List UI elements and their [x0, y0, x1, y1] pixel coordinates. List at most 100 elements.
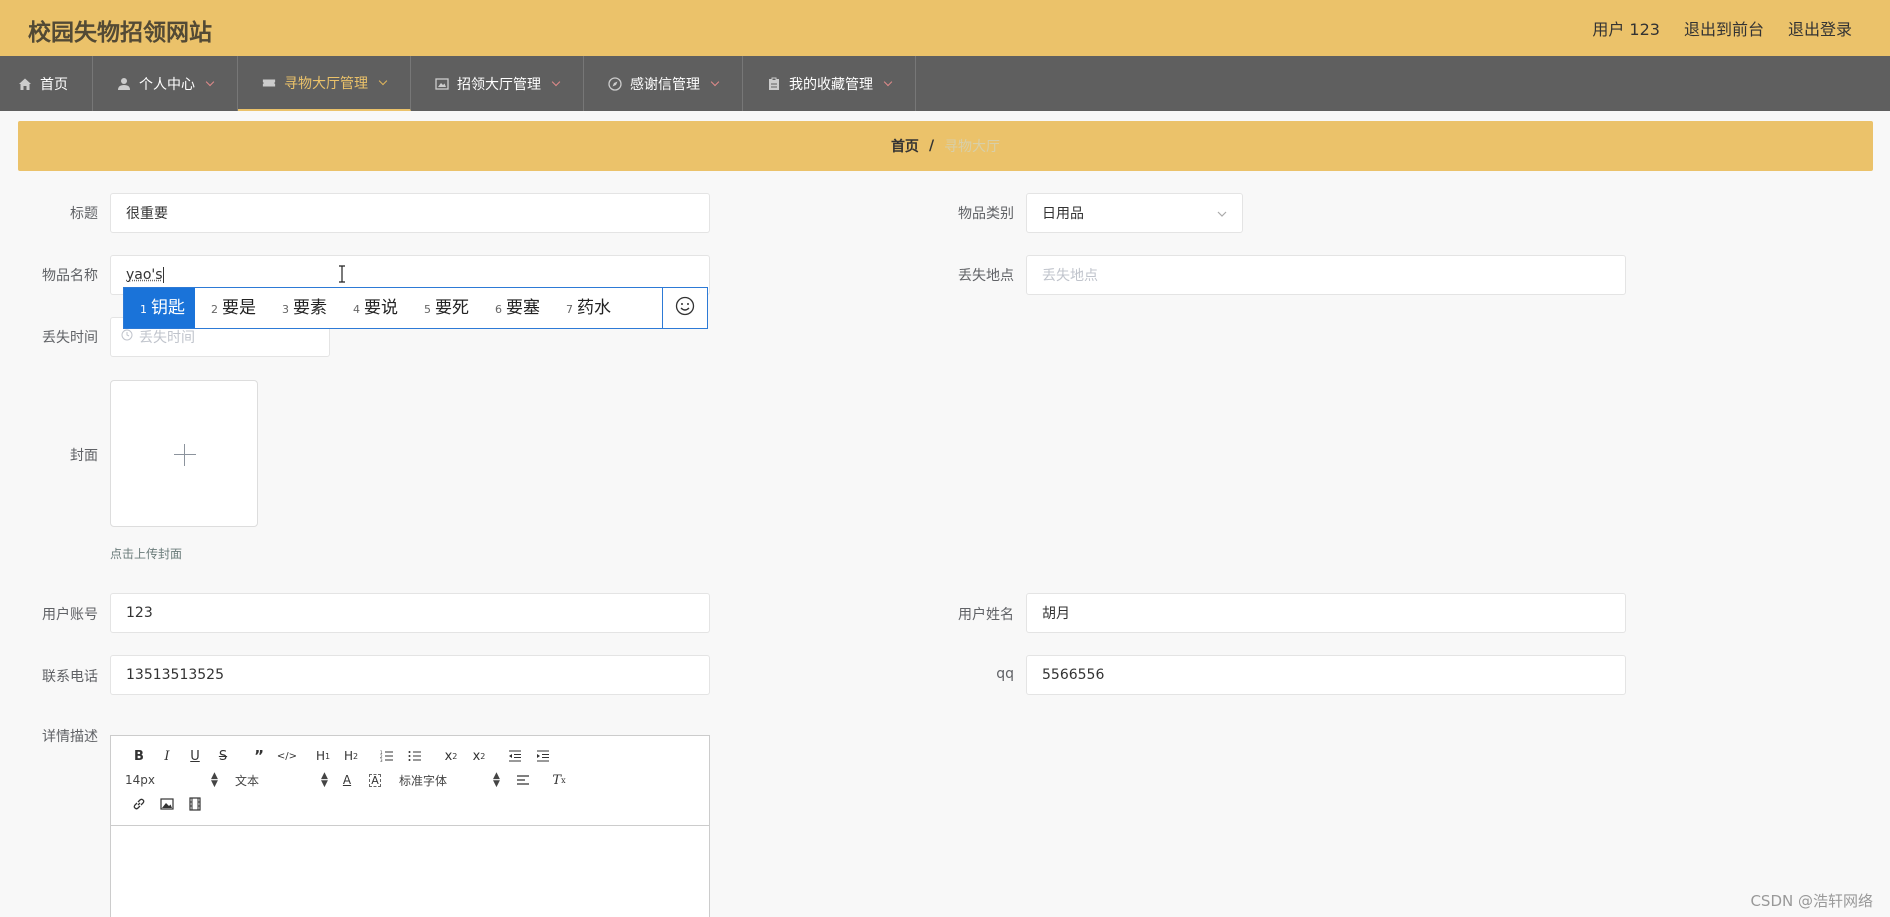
lost-place-label: 丢失地点	[958, 268, 1014, 284]
align-left-icon[interactable]	[509, 769, 537, 791]
clock-icon	[121, 329, 133, 345]
font-size-select[interactable]: 14px ▲ ▼	[125, 772, 218, 789]
superscript-button[interactable]: x2	[465, 745, 493, 767]
nav-home-label: 首页	[40, 76, 68, 93]
font-family-select[interactable]: 标准字体 ▲ ▼	[389, 772, 509, 789]
ime-candidate-text: 药水	[577, 298, 611, 318]
text-caret	[162, 267, 164, 283]
chevron-down-icon	[378, 76, 388, 85]
chevron-down-icon	[205, 77, 215, 86]
ime-candidate-number: 7	[566, 303, 573, 316]
home-icon	[18, 77, 32, 91]
nav-thanks-letter[interactable]: 感谢信管理	[584, 56, 743, 111]
ticket-icon	[262, 76, 276, 90]
phone-input[interactable]: 13513513525	[110, 655, 710, 695]
category-select[interactable]: 日用品	[1026, 193, 1243, 233]
header2-button[interactable]: H2	[337, 745, 365, 767]
underline-button[interactable]: U	[181, 745, 209, 767]
italic-button[interactable]: I	[153, 745, 181, 767]
user-icon	[117, 77, 131, 91]
video-icon[interactable]	[181, 793, 209, 815]
ime-candidate-number: 6	[495, 303, 502, 316]
qq-input[interactable]: 5566556	[1026, 655, 1626, 695]
item-name-label: 物品名称	[42, 268, 98, 284]
nav-favorites-label: 我的收藏管理	[789, 76, 873, 93]
current-user[interactable]: 用户 123	[1592, 16, 1660, 40]
main-nav: 首页 个人中心 寻物大厅管理 招领大厅管理 感谢信管理 我的收藏管理	[0, 56, 1890, 111]
outdent-icon[interactable]	[501, 745, 529, 767]
breadcrumb-separator: /	[928, 138, 935, 154]
ime-candidate-text: 要死	[435, 298, 469, 318]
user-name-label: 用户姓名	[958, 607, 1014, 623]
font-size-value: 14px	[125, 773, 155, 787]
svg-text:3: 3	[380, 758, 383, 762]
strike-button[interactable]: S	[209, 745, 237, 767]
back-to-front-link[interactable]: 退出到前台	[1684, 16, 1764, 40]
lost-time-placeholder: 丢失时间	[139, 330, 195, 346]
ordered-list-icon[interactable]: 123	[373, 745, 401, 767]
category-label: 物品类别	[958, 206, 1014, 222]
breadcrumb-home[interactable]: 首页	[891, 136, 919, 156]
font-family-value: 标准字体	[399, 773, 448, 788]
font-color-icon[interactable]: A	[333, 769, 361, 791]
nav-lost-hall[interactable]: 寻物大厅管理	[238, 56, 411, 111]
site-title: 校园失物招领网站	[28, 20, 212, 46]
ime-emoji-button[interactable]	[662, 288, 707, 328]
ime-candidate-number: 5	[424, 303, 431, 316]
clear-format-icon[interactable]: Tx	[545, 769, 573, 791]
nav-personal-center[interactable]: 个人中心	[93, 56, 238, 111]
blockquote-button[interactable]: ”	[245, 745, 273, 767]
nav-favorites[interactable]: 我的收藏管理	[743, 56, 916, 111]
code-block-button[interactable]: </>	[273, 745, 301, 767]
background-color-icon[interactable]: A	[361, 769, 389, 791]
title-input[interactable]: 很重要	[110, 193, 710, 233]
nav-personal-label: 个人中心	[139, 76, 195, 93]
nav-thanks-label: 感谢信管理	[630, 76, 700, 93]
indent-icon[interactable]	[529, 745, 557, 767]
ime-candidate-number: 1	[140, 303, 147, 316]
ime-candidate-number: 4	[353, 303, 360, 316]
ime-candidate-number: 2	[211, 303, 218, 316]
ime-candidate[interactable]: 7 药水	[550, 288, 621, 328]
link-icon[interactable]	[125, 793, 153, 815]
item-name-value: yao's	[126, 267, 163, 283]
cover-upload[interactable]	[110, 380, 258, 527]
user-name-input[interactable]: 胡月	[1026, 593, 1626, 633]
ime-candidate[interactable]: 2 要是	[195, 288, 266, 328]
ime-candidate-text: 要素	[293, 298, 327, 318]
header-actions: 用户 123 退出到前台 退出登录	[1592, 16, 1852, 40]
cover-label: 封面	[70, 448, 98, 464]
updown-icon: ▲ ▼	[493, 771, 500, 789]
ime-candidate[interactable]: 4 要说	[337, 288, 408, 328]
logout-link[interactable]: 退出登录	[1788, 16, 1852, 40]
chevron-down-icon	[710, 77, 720, 86]
header1-button[interactable]: H1	[309, 745, 337, 767]
text-cursor-icon	[337, 265, 347, 283]
bullet-list-icon[interactable]	[401, 745, 429, 767]
paragraph-select[interactable]: 文本 ▲ ▼	[215, 772, 333, 789]
rich-text-editor: B I U S ” </> H1 H2 123 x2 x2 14px ▲ ▼ 文本 ▲…	[110, 735, 710, 917]
ime-candidate[interactable]: 3 要素	[266, 288, 337, 328]
user-account-label: 用户账号	[42, 607, 98, 623]
nav-found-hall[interactable]: 招领大厅管理	[411, 56, 584, 111]
ime-candidate-text: 要塞	[506, 298, 540, 318]
ime-candidate[interactable]: 1 钥匙	[124, 288, 195, 328]
chevron-down-icon	[1217, 205, 1227, 221]
user-account-input[interactable]: 123	[110, 593, 710, 633]
picture-icon	[435, 77, 449, 91]
image-icon[interactable]	[153, 793, 181, 815]
ime-candidate[interactable]: 6 要塞	[479, 288, 550, 328]
bold-button[interactable]: B	[125, 745, 153, 767]
lost-time-label: 丢失时间	[42, 330, 98, 346]
clipboard-icon	[767, 77, 781, 91]
chevron-down-icon	[883, 77, 893, 86]
nav-home[interactable]: 首页	[0, 56, 93, 111]
category-value: 日用品	[1042, 206, 1084, 222]
lost-place-input[interactable]: 丢失地点	[1026, 255, 1626, 295]
watermark: CSDN @浩轩网络	[1750, 892, 1873, 910]
subscript-button[interactable]: x2	[437, 745, 465, 767]
ime-candidate[interactable]: 5 要死	[408, 288, 479, 328]
ime-candidate-text: 钥匙	[151, 298, 185, 318]
updown-icon: ▲ ▼	[321, 771, 328, 789]
editor-content-area[interactable]	[111, 826, 709, 917]
